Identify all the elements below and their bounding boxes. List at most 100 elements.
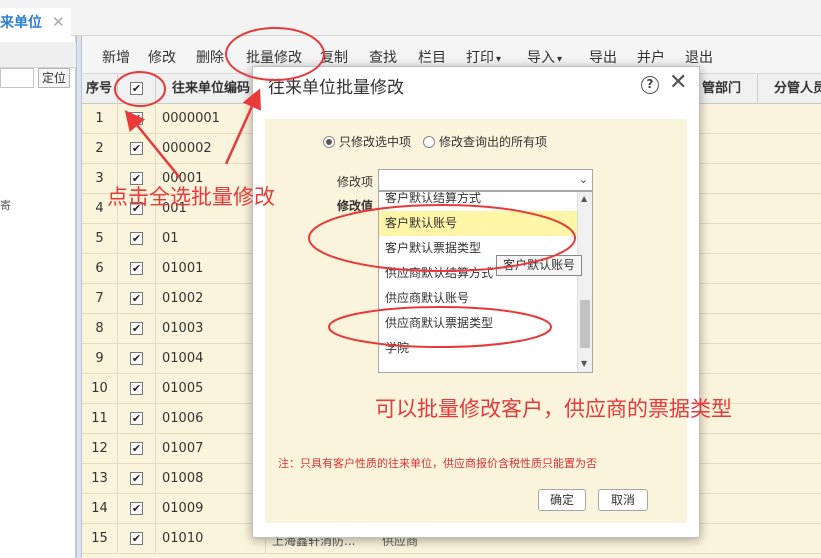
- row-checkbox[interactable]: ✔: [130, 292, 143, 305]
- delete-label: 删除: [196, 50, 224, 66]
- field-value-label: 修改值: [337, 199, 374, 213]
- batch-edit-dialog: 往来单位批量修改 ? ✕ 只修改选中项 修改查询出的所有项 修改项 修改值 ⌄ …: [252, 66, 700, 538]
- select-all-checkbox[interactable]: ✔: [130, 82, 143, 95]
- scroll-thumb[interactable]: [580, 300, 590, 348]
- row-checkbox[interactable]: ✔: [130, 352, 143, 365]
- header-select-all[interactable]: ✔: [118, 74, 156, 104]
- header-code: 往来单位编码: [156, 74, 266, 104]
- row-checkbox[interactable]: ✔: [130, 502, 143, 515]
- copy-button[interactable]: 复制: [320, 47, 348, 67]
- dropdown-option[interactable]: 供应商默认账号: [379, 286, 577, 311]
- row-code: 000002: [156, 134, 266, 164]
- print-button[interactable]: 打印 ▾: [466, 47, 501, 67]
- help-icon[interactable]: ?: [641, 76, 659, 94]
- locate-input[interactable]: [0, 68, 34, 88]
- row-index: 1: [82, 104, 118, 134]
- row-checkbox[interactable]: ✔: [130, 442, 143, 455]
- row-code: 01009: [156, 494, 266, 524]
- row-check-cell[interactable]: ✔: [118, 134, 156, 164]
- row-code: 01002: [156, 284, 266, 314]
- dropdown-option[interactable]: 客户默认结算方式: [379, 192, 577, 211]
- annotation-batch-types: 可以批量修改客户，供应商的票据类型: [375, 397, 732, 421]
- row-code: 01005: [156, 374, 266, 404]
- export-button[interactable]: 导出: [589, 47, 617, 67]
- row-code: 01004: [156, 344, 266, 374]
- row-check-cell[interactable]: ✔: [118, 284, 156, 314]
- copy-label: 复制: [320, 50, 348, 66]
- import-button[interactable]: 导入 ▾: [527, 47, 562, 67]
- row-check-cell[interactable]: ✔: [118, 224, 156, 254]
- ok-button[interactable]: 确定: [538, 489, 586, 511]
- dropdown-scrollbar[interactable]: ▲ ▼: [577, 192, 592, 372]
- row-checkbox[interactable]: ✔: [130, 472, 143, 485]
- row-check-cell[interactable]: ✔: [118, 314, 156, 344]
- tab-bar: 来单位 ✕: [0, 0, 821, 36]
- scroll-down-icon[interactable]: ▼: [581, 359, 587, 368]
- row-index: 2: [82, 134, 118, 164]
- field-item-select[interactable]: ⌄: [378, 169, 593, 191]
- row-check-cell[interactable]: ✔: [118, 494, 156, 524]
- row-check-cell[interactable]: ✔: [118, 374, 156, 404]
- radio-all-queried[interactable]: 修改查询出的所有项: [423, 133, 547, 150]
- row-check-cell[interactable]: ✔: [118, 404, 156, 434]
- tab-partner-units[interactable]: 来单位 ✕: [0, 8, 71, 36]
- chevron-down-icon: ▾: [496, 54, 502, 65]
- dropdown-option[interactable]: 供应商默认票据类型: [379, 311, 577, 336]
- radio-selected-only[interactable]: 只修改选中项: [323, 133, 411, 150]
- row-index: 11: [82, 404, 118, 434]
- radio-all-label: 修改查询出的所有项: [439, 135, 548, 149]
- row-check-cell[interactable]: ✔: [118, 254, 156, 284]
- option-tooltip: 客户默认账号: [496, 255, 582, 276]
- header-index: 序号: [82, 74, 118, 104]
- row-checkbox[interactable]: ✔: [130, 322, 143, 335]
- delete-button[interactable]: 删除: [196, 47, 224, 67]
- row-index: 10: [82, 374, 118, 404]
- row-check-cell[interactable]: ✔: [118, 464, 156, 494]
- dropdown-option[interactable]: 客户默认账号: [379, 211, 577, 236]
- row-code: 01: [156, 224, 266, 254]
- row-check-cell[interactable]: ✔: [118, 524, 156, 554]
- tab-label: 来单位: [0, 15, 42, 31]
- row-checkbox[interactable]: ✔: [130, 532, 143, 545]
- tab-close-icon[interactable]: ✕: [52, 13, 65, 31]
- row-checkbox[interactable]: ✔: [130, 232, 143, 245]
- columns-label: 栏目: [418, 50, 446, 66]
- dialog-title: 往来单位批量修改: [268, 78, 404, 98]
- row-check-cell[interactable]: ✔: [118, 344, 156, 374]
- chevron-down-icon: ▾: [557, 54, 563, 65]
- cancel-button[interactable]: 取消: [598, 489, 648, 511]
- radio-selected-icon[interactable]: [323, 135, 335, 148]
- batch-edit-button[interactable]: 批量修改: [246, 47, 302, 67]
- row-checkbox[interactable]: ✔: [130, 112, 143, 125]
- left-panel-header: [0, 42, 76, 68]
- dropdown-option[interactable]: 学院: [379, 336, 577, 361]
- header-person: 分管人员: [774, 81, 821, 96]
- row-check-cell[interactable]: ✔: [118, 434, 156, 464]
- row-checkbox[interactable]: ✔: [130, 382, 143, 395]
- row-code: 01010: [156, 524, 266, 554]
- columns-button[interactable]: 栏目: [418, 47, 446, 67]
- row-index: 9: [82, 344, 118, 374]
- merge-button[interactable]: 并户: [637, 47, 665, 67]
- add-button[interactable]: 新增: [102, 47, 130, 67]
- find-button[interactable]: 查找: [369, 47, 397, 67]
- row-check-cell[interactable]: ✔: [118, 104, 156, 134]
- row-checkbox[interactable]: ✔: [130, 412, 143, 425]
- radio-all-icon[interactable]: [423, 135, 435, 148]
- close-icon[interactable]: ✕: [669, 71, 687, 95]
- row-code: 01008: [156, 464, 266, 494]
- dialog-note: 注：只具有客户性质的往来单位，供应商报价含税性质只能置为否: [278, 457, 597, 470]
- row-checkbox[interactable]: ✔: [130, 142, 143, 155]
- row-code: 01001: [156, 254, 266, 284]
- batch-edit-label: 批量修改: [246, 50, 302, 66]
- find-label: 查找: [369, 50, 397, 66]
- scroll-up-icon[interactable]: ▲: [581, 194, 587, 203]
- merge-label: 并户: [637, 50, 665, 66]
- export-label: 导出: [589, 50, 617, 66]
- edit-button[interactable]: 修改: [148, 47, 176, 67]
- exit-label: 退出: [685, 50, 713, 66]
- locate-button[interactable]: 定位: [38, 68, 70, 88]
- row-checkbox[interactable]: ✔: [130, 262, 143, 275]
- row-index: 12: [82, 434, 118, 464]
- exit-button[interactable]: 退出: [685, 47, 713, 67]
